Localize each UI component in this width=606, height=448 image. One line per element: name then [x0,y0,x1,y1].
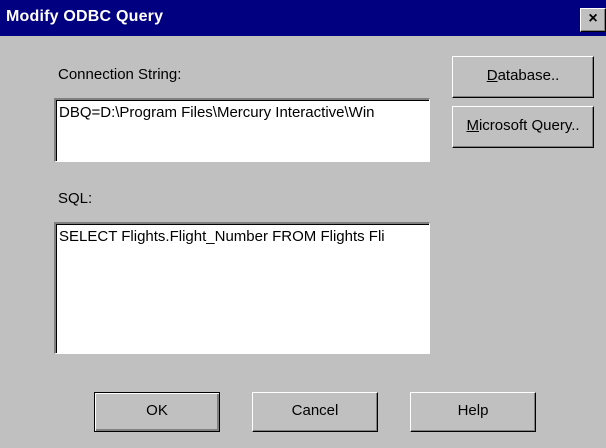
database-button[interactable]: Database.. [452,56,594,98]
close-icon: × [588,10,598,27]
title-bar[interactable]: Modify ODBC Query × [0,0,606,36]
sql-value: SELECT Flights.Flight_Number FROM Flight… [59,228,385,245]
sql-field[interactable]: SELECT Flights.Flight_Number FROM Flight… [54,222,430,354]
cancel-button[interactable]: Cancel [252,392,378,432]
cancel-button-label: Cancel [291,402,339,419]
connection-string-value: DBQ=D:\Program Files\Mercury Interactive… [59,104,375,121]
database-button-label: Database.. [486,67,560,84]
microsoft-query-button-label: Microsoft Query.. [466,117,580,134]
ok-button-label: OK [146,402,168,419]
connection-string-label: Connection String: [58,66,182,83]
connection-string-field[interactable]: DBQ=D:\Program Files\Mercury Interactive… [54,98,430,162]
close-button[interactable]: × [580,8,606,32]
microsoft-query-button[interactable]: Microsoft Query.. [452,106,594,148]
sql-label: SQL: [58,190,93,207]
help-button-label: Help [457,402,489,419]
window-title: Modify ODBC Query [6,8,164,25]
help-button[interactable]: Help [410,392,536,432]
ok-button[interactable]: OK [94,392,220,432]
modify-odbc-query-dialog: Modify ODBC Query × Connection String: D… [0,0,606,448]
